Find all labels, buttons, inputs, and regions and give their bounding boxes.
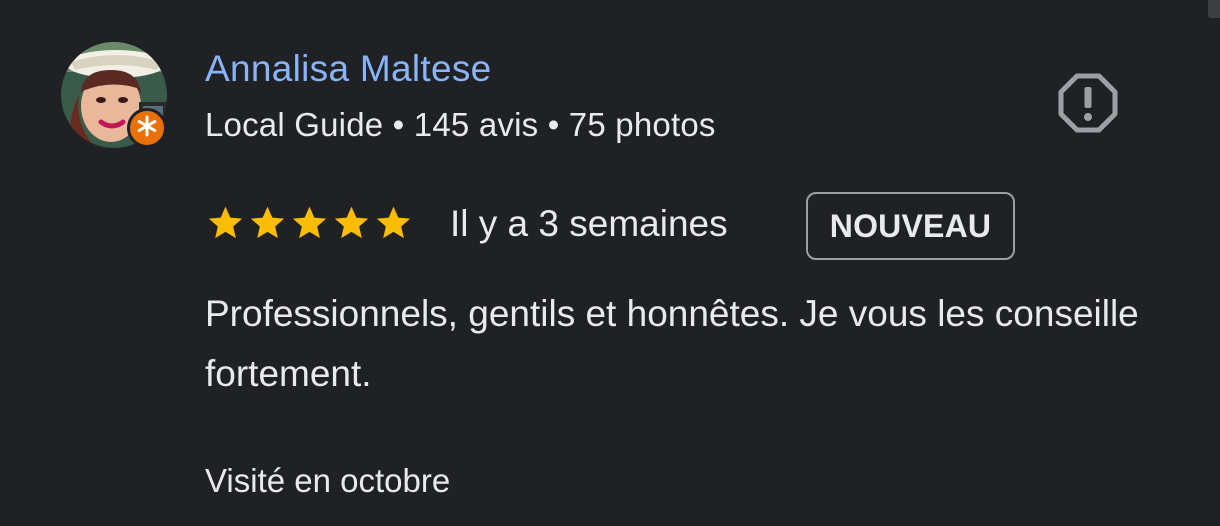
visit-info: Visité en octobre (205, 462, 451, 499)
review-card: Annalisa Maltese Local Guide • 145 avis … (0, 0, 1220, 526)
scrollbar-thumb[interactable] (1208, 0, 1220, 18)
local-guide-star-icon (136, 115, 158, 142)
local-guide-badge (127, 108, 167, 148)
new-badge: NOUVEAU (806, 192, 1015, 260)
report-button[interactable] (1058, 73, 1118, 133)
star-icon (331, 203, 372, 243)
star-rating (205, 203, 414, 243)
star-icon (373, 203, 414, 243)
star-icon (205, 203, 246, 243)
star-icon (247, 203, 288, 243)
review-text: Professionnels, gentils et honnêtes. Je … (205, 293, 1139, 394)
star-icon (289, 203, 330, 243)
report-flag-icon (1058, 73, 1118, 137)
author-name-link[interactable]: Annalisa Maltese (205, 48, 492, 90)
author-meta[interactable]: Local Guide • 145 avis • 75 photos (205, 106, 716, 144)
review-date: Il y a 3 semaines (450, 203, 728, 244)
